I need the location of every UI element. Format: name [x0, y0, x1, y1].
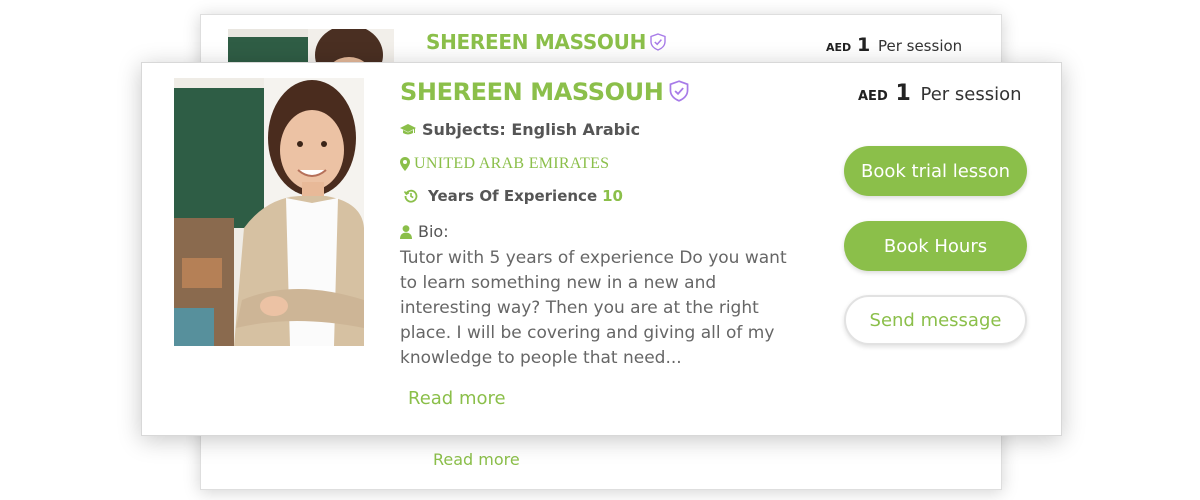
price-amount: 1 — [895, 81, 911, 106]
experience-row: Years Of Experience 10 — [404, 187, 623, 205]
bio-label-row: Bio: — [400, 222, 449, 241]
price-currency: AED — [858, 89, 888, 104]
country-text: UNITED ARAB EMIRATES — [414, 155, 610, 172]
user-icon — [400, 224, 412, 239]
subjects-text: Subjects: English Arabic — [422, 120, 641, 139]
tutor-name-back[interactable]: SHEREEN MASSOUH — [426, 30, 666, 56]
tutor-name[interactable]: SHEREEN MASSOUH — [400, 78, 689, 108]
verified-badge-icon — [669, 80, 689, 108]
map-marker-icon — [400, 157, 410, 171]
history-icon — [404, 189, 418, 203]
tutor-card: SHEREEN MASSOUH Subjects: English Arabic… — [141, 62, 1062, 436]
bio-label: Bio: — [418, 222, 449, 241]
price-unit: Per session — [920, 84, 1022, 105]
experience-label: Years Of Experience — [428, 187, 598, 205]
amount-back: 1 — [856, 34, 871, 56]
currency-back: AED — [826, 41, 852, 54]
read-more-link[interactable]: Read more — [408, 388, 506, 409]
experience-value: 10 — [602, 187, 623, 205]
country-row: UNITED ARAB EMIRATES — [400, 155, 609, 173]
send-message-button[interactable]: Send message — [844, 295, 1027, 345]
bio-text: Tutor with 5 years of experience Do you … — [400, 248, 787, 368]
book-hours-button[interactable]: Book Hours — [844, 221, 1027, 271]
price-back: AED 1 Per session — [826, 34, 962, 56]
graduation-cap-icon — [400, 123, 416, 136]
book-trial-lesson-button[interactable]: Book trial lesson — [844, 146, 1027, 196]
price: AED 1 Per session — [858, 81, 1022, 106]
verified-badge-icon — [650, 32, 666, 56]
subjects-row: Subjects: English Arabic — [400, 120, 640, 139]
unit-back: Per session — [877, 37, 963, 55]
read-more-link-back[interactable]: Read more — [433, 450, 520, 469]
tutor-photo — [174, 78, 364, 346]
